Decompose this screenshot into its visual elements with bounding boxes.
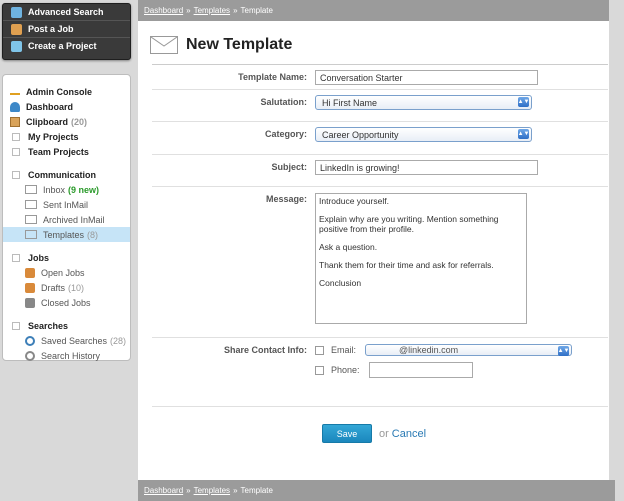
clipboard-icon (10, 116, 20, 127)
expand-icon (12, 147, 20, 156)
subject-row: Subject: LinkedIn is growing! (152, 155, 608, 187)
category-row: Category: Career Opportunity ▲▼ (152, 122, 608, 155)
quick-actions-panel: Advanced Search Post a Job Create a Proj… (2, 3, 131, 60)
phone-checkbox[interactable] (315, 365, 324, 375)
sidebar-section-communication[interactable]: Communication (3, 167, 130, 182)
sidebar-item-templates[interactable]: Templates (8) (3, 227, 130, 242)
footer-breadcrumb: Dashboard » Templates » Template (138, 480, 615, 501)
cancel-link[interactable]: Cancel (392, 428, 426, 440)
archive-mail-icon (25, 215, 37, 224)
template-name-label: Template Name: (238, 72, 307, 82)
breadcrumb: Dashboard » Templates » Template (138, 0, 609, 21)
salutation-select[interactable]: Hi First Name ▲▼ (315, 95, 532, 110)
page-header: New Template (138, 21, 609, 57)
sidebar-item-dashboard[interactable]: Dashboard (3, 99, 130, 114)
footer-templates-link[interactable]: Templates (194, 486, 230, 495)
project-icon (11, 40, 22, 52)
collapse-icon (12, 321, 20, 330)
sidebar-item-sent-inmail[interactable]: Sent InMail (3, 197, 130, 212)
advanced-search-link[interactable]: Advanced Search (3, 4, 130, 21)
history-magnifier-icon (25, 350, 35, 361)
sent-mail-icon (25, 200, 37, 209)
footer-dashboard-link[interactable]: Dashboard (144, 486, 183, 495)
email-checkbox[interactable] (315, 345, 324, 355)
draft-briefcase-icon (25, 282, 35, 293)
main-content: Dashboard » Templates » Template New Tem… (138, 0, 615, 501)
message-label: Message: (265, 194, 307, 204)
category-select[interactable]: Career Opportunity ▲▼ (315, 127, 532, 142)
template-icon (25, 230, 37, 239)
dropdown-arrow-icon: ▲▼ (517, 129, 530, 139)
briefcase-icon (11, 23, 22, 35)
sidebar-item-clipboard[interactable]: Clipboard (20) (3, 114, 130, 129)
envelope-icon (150, 36, 178, 54)
sidebar-nav: Admin Console Dashboard Clipboard (20) M… (2, 74, 131, 361)
collapse-icon (12, 253, 20, 262)
save-button[interactable]: Save (322, 424, 372, 443)
sidebar-section-jobs[interactable]: Jobs (3, 250, 130, 265)
breadcrumb-templates-link[interactable]: Templates (194, 6, 230, 15)
sidebar-item-drafts[interactable]: Drafts (10) (3, 280, 130, 295)
template-name-input[interactable]: Conversation Starter (315, 70, 538, 85)
message-row: Message: Introduce yourself. Explain why… (152, 187, 608, 338)
sidebar-item-saved-searches[interactable]: Saved Searches (28) (3, 333, 130, 348)
salutation-label: Salutation: (260, 97, 308, 107)
breadcrumb-current: Template (240, 6, 273, 15)
email-select[interactable]: @linkedin.com ▲▼ (365, 344, 573, 356)
create-project-link[interactable]: Create a Project (3, 38, 130, 54)
sidebar-item-inbox[interactable]: Inbox (9 new) (3, 182, 130, 197)
sidebar-section-searches[interactable]: Searches (3, 318, 130, 333)
sidebar-item-my-projects[interactable]: My Projects (3, 129, 130, 144)
expand-icon (12, 132, 20, 141)
subject-label: Subject: (271, 162, 307, 172)
phone-input[interactable] (368, 362, 473, 378)
post-job-link[interactable]: Post a Job (3, 21, 130, 38)
dropdown-arrow-icon: ▲▼ (557, 346, 570, 356)
key-icon (10, 89, 20, 95)
breadcrumb-dashboard-link[interactable]: Dashboard (144, 6, 183, 15)
message-textarea[interactable]: Introduce yourself. Explain why are you … (315, 193, 527, 324)
magnifier-icon (25, 335, 35, 346)
briefcase-icon (25, 267, 35, 278)
sidebar-item-closed-jobs[interactable]: Closed Jobs (3, 295, 130, 310)
dashboard-icon (10, 101, 20, 112)
form-actions: Save or Cancel (322, 424, 426, 443)
collapse-icon (12, 170, 20, 179)
sidebar-item-team-projects[interactable]: Team Projects (3, 144, 130, 159)
phone-option: Phone: (315, 362, 608, 378)
closed-briefcase-icon (25, 297, 35, 308)
page-title: New Template (186, 36, 293, 53)
share-contact-row: Share Contact Info: Email: @linkedin.com… (152, 338, 608, 407)
inbox-icon (25, 185, 37, 194)
sidebar-item-search-history[interactable]: Search History (3, 348, 130, 363)
sidebar-item-archived-inmail[interactable]: Archived InMail (3, 212, 130, 227)
share-contact-label: Share Contact Info: (223, 345, 307, 355)
dropdown-arrow-icon: ▲▼ (517, 97, 530, 107)
email-option: Email: @linkedin.com ▲▼ (315, 344, 608, 356)
template-form: Template Name: Conversation Starter Salu… (152, 64, 608, 407)
category-label: Category: (264, 129, 307, 139)
footer-breadcrumb-current: Template (240, 486, 273, 495)
subject-input[interactable]: LinkedIn is growing! (315, 160, 538, 175)
template-name-row: Template Name: Conversation Starter (152, 65, 608, 90)
salutation-row: Salutation: Hi First Name ▲▼ (152, 90, 608, 122)
sidebar-item-admin-console[interactable]: Admin Console (3, 84, 130, 99)
search-icon (11, 6, 22, 18)
sidebar-item-open-jobs[interactable]: Open Jobs (3, 265, 130, 280)
